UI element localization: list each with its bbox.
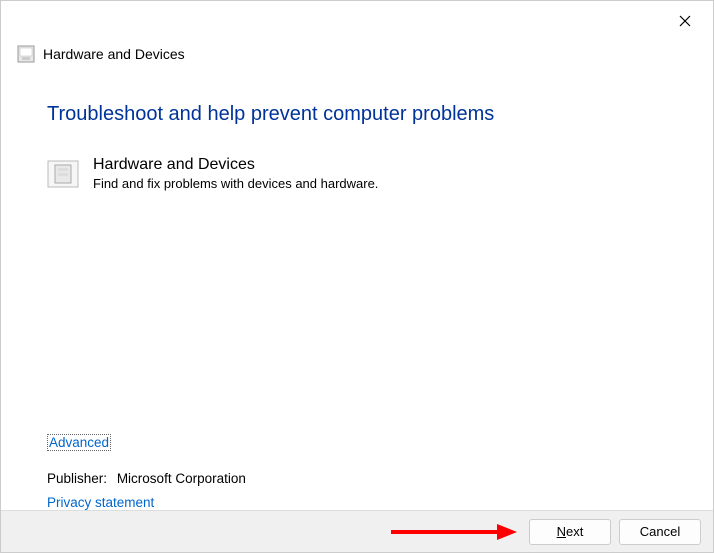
troubleshooter-window-icon [17, 45, 35, 63]
troubleshooter-name: Hardware and Devices [93, 156, 378, 174]
advanced-link[interactable]: Advanced [47, 434, 111, 451]
footer: Next Cancel [1, 510, 713, 552]
advanced-row: Advanced [47, 434, 111, 452]
close-button[interactable] [669, 5, 701, 37]
next-button-rest: ext [566, 524, 583, 539]
privacy-statement-link[interactable]: Privacy statement [47, 495, 154, 510]
page-heading: Troubleshoot and help prevent computer p… [47, 103, 667, 126]
close-icon [679, 15, 691, 27]
publisher-row: Publisher: Microsoft Corporation [47, 471, 246, 486]
content-area: Troubleshoot and help prevent computer p… [1, 75, 713, 191]
hardware-icon [47, 158, 79, 190]
window-title: Hardware and Devices [43, 46, 185, 62]
publisher-value: Microsoft Corporation [117, 471, 246, 486]
troubleshooter-description: Find and fix problems with devices and h… [93, 176, 378, 191]
window-header: Hardware and Devices [1, 41, 713, 75]
troubleshooter-item: Hardware and Devices Find and fix proble… [47, 156, 667, 191]
publisher-label: Publisher: [47, 471, 107, 486]
cancel-button[interactable]: Cancel [619, 519, 701, 545]
troubleshooter-text: Hardware and Devices Find and fix proble… [93, 156, 378, 191]
next-button[interactable]: Next [529, 519, 611, 545]
titlebar [1, 1, 713, 41]
